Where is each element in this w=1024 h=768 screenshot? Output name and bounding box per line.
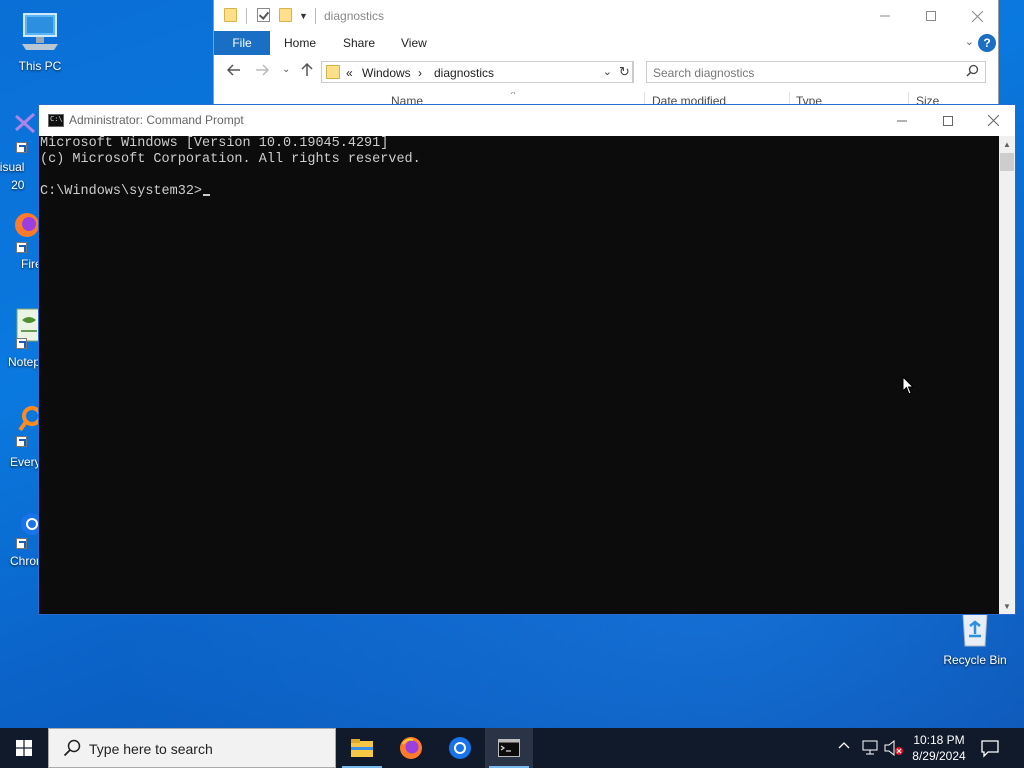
address-dropdown-icon[interactable]: ⌄ [603,65,612,78]
shortcut-arrow-icon [16,436,27,447]
shortcut-arrow-icon [16,338,27,349]
command-prompt-icon [498,739,520,757]
taskbar-command-prompt[interactable] [485,728,533,768]
refresh-button[interactable]: ↻ [616,61,634,83]
qat-new-folder-icon[interactable] [279,8,292,22]
desktop-icon-recycle-bin[interactable]: Recycle Bin [937,612,1013,667]
scroll-up-arrow-icon[interactable]: ▲ [999,136,1015,152]
network-icon[interactable] [862,740,880,761]
qat-properties-icon[interactable] [257,8,270,22]
cmd-scrollbar[interactable]: ▲ ▼ [999,136,1015,614]
explorer-minimize-button[interactable] [862,0,908,32]
tab-home[interactable]: Home [284,36,316,50]
explorer-navbar: ⌄ « Windows › diagnostics ⌄ ↻ Search dia… [214,58,1000,86]
this-pc-icon [22,13,58,50]
explorer-folder-icon [224,8,237,22]
up-arrow-icon[interactable] [299,62,315,82]
search-placeholder: Search diagnostics [653,66,755,80]
shortcut-arrow-icon [16,142,27,153]
ribbon-tabs: File Home Share View ⌄ ? [214,31,1000,55]
taskbar-file-explorer[interactable] [338,728,386,768]
command-prompt-window[interactable]: Administrator: Command Prompt Microsoft … [38,104,1016,615]
ribbon-expand-chevron-icon[interactable]: ⌄ [965,35,974,48]
desktop-icon-label: Notep [8,355,41,369]
address-bar[interactable]: « Windows › diagnostics ⌄ [321,61,633,83]
start-button[interactable] [0,728,48,768]
help-button[interactable]: ? [978,34,996,52]
minimize-icon [897,120,907,121]
cmd-close-button[interactable] [970,105,1015,136]
breadcrumb-windows[interactable]: Windows [362,66,411,80]
explorer-title: diagnostics [324,9,385,23]
clock-date: 8/29/2024 [912,749,966,763]
desktop-icon-label: Visual 20 [0,160,25,192]
recycle-bin-icon [962,613,988,647]
close-icon [987,115,999,126]
maximize-icon [943,115,953,126]
mouse-pointer-icon [902,376,915,395]
desktop-icon-label: This PC [18,59,62,73]
explorer-search-input[interactable]: Search diagnostics [646,61,986,83]
back-arrow-icon[interactable] [226,62,242,82]
shortcut-arrow-icon [16,538,27,549]
taskbar-chrome[interactable] [436,728,484,768]
recent-locations-chevron-icon[interactable]: ⌄ [282,64,290,75]
qat-separator [246,8,247,24]
cmd-titlebar[interactable]: Administrator: Command Prompt [39,105,1015,136]
close-icon [971,10,983,22]
address-overflow[interactable]: « [346,66,353,80]
volume-muted-icon[interactable] [884,739,904,761]
scroll-down-arrow-icon[interactable]: ▼ [999,598,1015,614]
sort-ascending-icon: ^ [511,92,516,99]
tab-share[interactable]: Share [343,36,375,50]
explorer-close-button[interactable] [954,0,1000,32]
file-explorer-icon [351,739,373,757]
console-prompt: C:\Windows\system32> [40,184,203,199]
console-prompt-line[interactable]: C:\Windows\system32> [40,184,998,200]
cmd-maximize-button[interactable] [925,105,971,136]
breadcrumb-separator[interactable]: › [418,66,422,80]
file-explorer-window[interactable]: ▼ diagnostics File Home Share View ⌄ ? ⌄ [213,0,999,106]
firefox-icon [15,213,39,237]
cmd-minimize-button[interactable] [879,105,925,136]
maximize-icon [926,11,936,21]
clock-time: 10:18 PM [913,733,965,747]
system-clock[interactable]: 10:18 PM 8/29/2024 [906,732,972,764]
forward-arrow-icon[interactable] [254,62,270,82]
cmd-title: Administrator: Command Prompt [69,113,244,127]
tab-file[interactable]: File [214,31,270,55]
console-output[interactable]: Microsoft Windows [Version 10.0.19045.42… [39,136,999,614]
console-line: (c) Microsoft Corporation. All rights re… [40,152,421,167]
console-line: Microsoft Windows [Version 10.0.19045.42… [40,136,389,151]
chrome-icon [449,737,471,759]
windows-logo-icon [16,740,32,756]
shortcut-arrow-icon [16,242,27,253]
search-icon [966,64,979,80]
taskbar-search-input[interactable]: Type here to search [48,728,336,768]
search-icon [63,739,81,762]
explorer-titlebar[interactable]: ▼ diagnostics [214,0,998,32]
firefox-icon [400,737,422,759]
text-cursor [203,194,211,196]
taskbar-firefox[interactable] [387,728,435,768]
cmd-app-icon[interactable] [48,114,64,127]
taskbar-search-placeholder: Type here to search [89,741,213,757]
desktop-icon-this-pc[interactable]: This PC [2,10,78,73]
address-folder-icon [326,65,340,79]
scrollbar-thumb[interactable] [1000,153,1014,171]
qat-separator [315,8,316,24]
qat-dropdown-icon[interactable]: ▼ [299,11,308,21]
show-hidden-icons-chevron-icon[interactable] [838,739,850,755]
desktop-icon-label: Recycle Bin [943,653,1007,667]
breadcrumb-diagnostics[interactable]: diagnostics [434,66,494,80]
minimize-icon [880,15,890,17]
desktop-icon-label: Every [10,455,41,469]
visual-studio-icon [15,112,36,134]
explorer-maximize-button[interactable] [908,0,954,32]
taskbar: Type here to search 10:18 PM 8/29/2024 [0,728,1024,768]
tab-view[interactable]: View [401,36,427,50]
action-center-notification-icon[interactable] [980,738,1000,763]
